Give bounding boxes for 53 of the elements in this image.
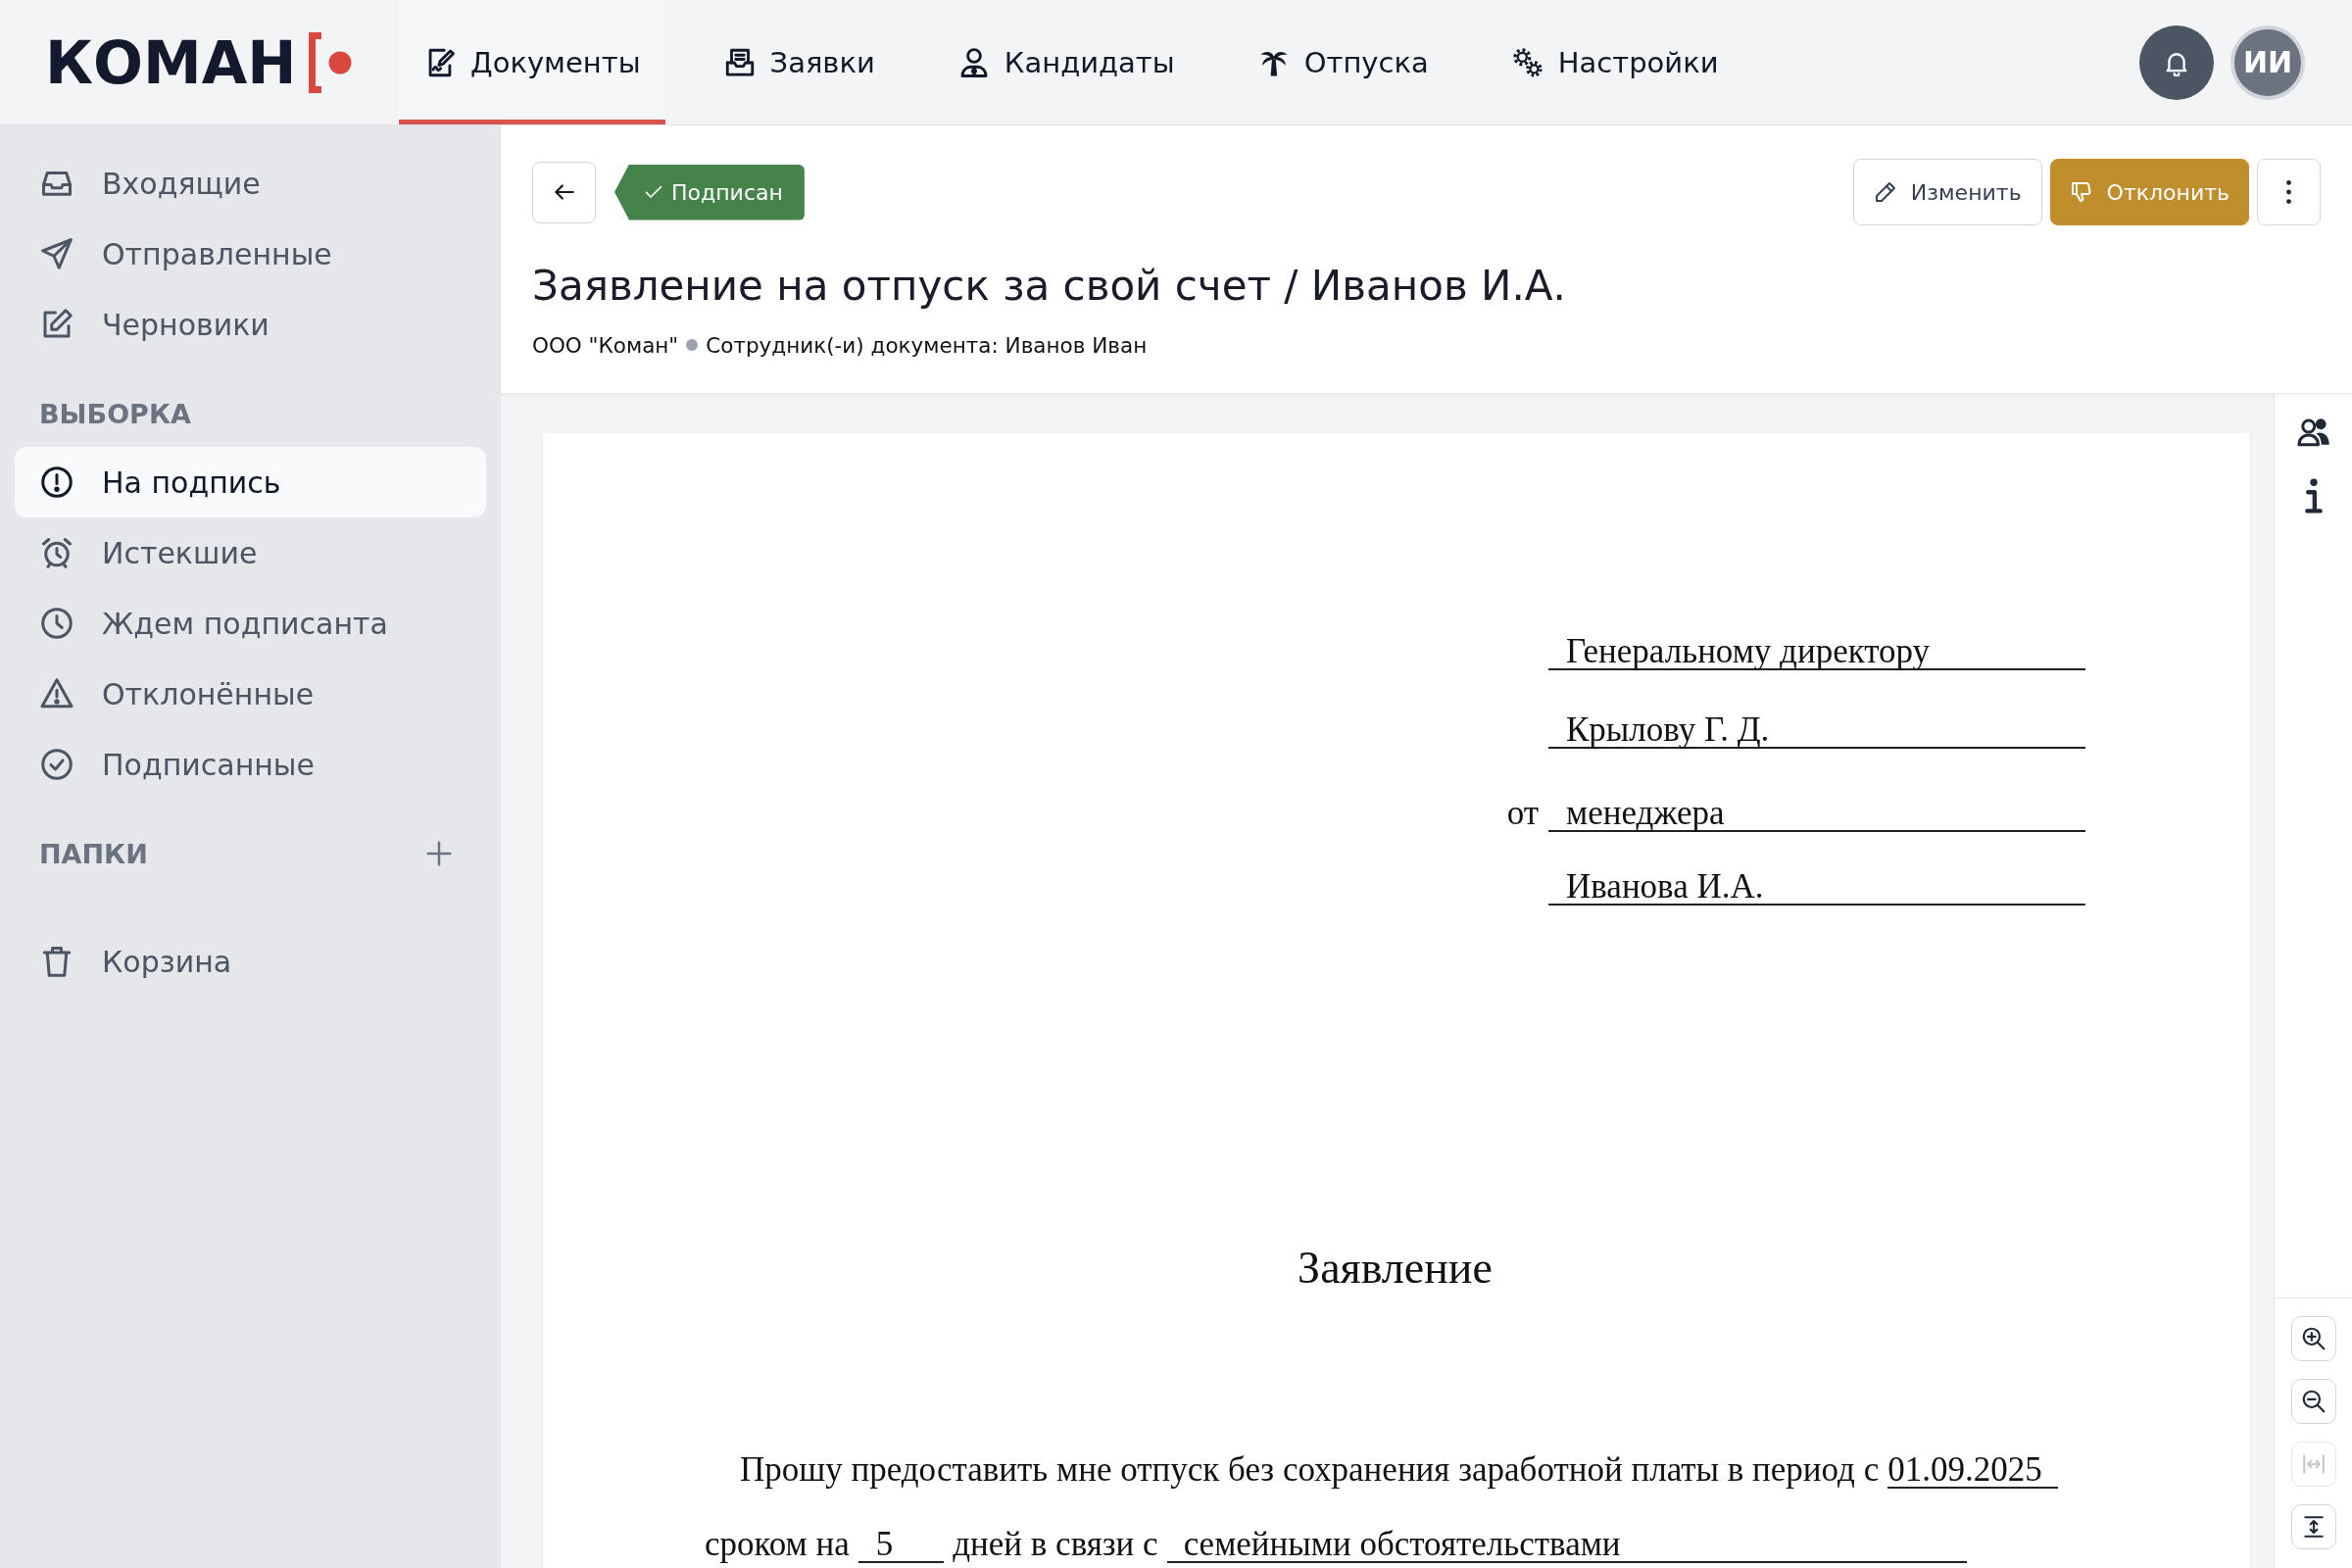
document-employees: Сотрудник(-и) документа: Иванов Иван xyxy=(706,332,1148,358)
exclamation-circle-icon xyxy=(39,465,74,500)
fill-in-line: менеджера xyxy=(1548,796,2085,832)
section-heading: ПАПКИ xyxy=(39,838,148,869)
nav-tab[interactable]: Заявки xyxy=(698,0,900,124)
plus-icon[interactable] xyxy=(424,839,454,868)
fill-in-line: 5 xyxy=(858,1527,945,1563)
doc-text: Прошу предоставить мне отпуск без сохранения заработной платы в период с xyxy=(740,1449,1880,1491)
sidebar-item[interactable]: На подпись xyxy=(15,447,486,517)
thumbs-down-icon xyxy=(2069,180,2093,204)
sidebar-item[interactable]: Истекшие xyxy=(15,517,486,588)
user-avatar[interactable]: ИИ xyxy=(2230,24,2305,100)
separator-dot-icon xyxy=(686,339,699,351)
check-circle-icon xyxy=(39,747,74,782)
more-icon xyxy=(2286,180,2291,204)
fill-in-line: семейными обстоятельствами xyxy=(1166,1527,1967,1563)
document-heading: Заявление xyxy=(1297,1242,1494,1295)
doc-text: от xyxy=(1506,793,1539,834)
document-title: Заявление на отпуск за свой счет / Иванов И.А. xyxy=(532,261,1567,312)
nav-tab[interactable]: Отпуска xyxy=(1232,0,1453,124)
fill-in-line: Крылову Г. Д. xyxy=(1548,712,2085,749)
section-heading: ВЫБОРКА xyxy=(39,398,191,429)
status-tag: Подписан xyxy=(614,164,805,220)
sidebar-item[interactable]: Ждем подписанта xyxy=(15,588,486,659)
gears-icon xyxy=(1510,45,1544,79)
sidebar-item[interactable]: Входящие xyxy=(15,148,486,219)
zoom-out-icon xyxy=(2300,1389,2327,1414)
nav-tab[interactable]: Кандидаты xyxy=(932,0,1200,124)
sidebar-item[interactable]: Отклонённые xyxy=(15,659,486,729)
zoom-in-icon xyxy=(2300,1326,2327,1351)
fit-height-button[interactable] xyxy=(2290,1504,2336,1549)
doc-text: сроком на xyxy=(705,1524,850,1565)
organization-name: ООО "Коман" xyxy=(532,332,679,358)
alarm-clock-icon xyxy=(39,535,74,570)
clock-icon xyxy=(39,606,74,641)
fill-in-line: 01.09.2025 xyxy=(1887,1452,2058,1489)
fill-in-line: Иванова И.А. xyxy=(1548,869,2085,906)
edit-button[interactable]: Изменить xyxy=(1852,159,2042,225)
pencil-icon xyxy=(1873,180,1897,204)
info-icon[interactable] xyxy=(2304,478,2323,514)
sidebar-item[interactable]: Корзина xyxy=(15,926,486,997)
nav-tab[interactable]: Настройки xyxy=(1486,0,1743,124)
fit-width-icon xyxy=(2300,1451,2327,1477)
paper-plane-icon xyxy=(39,236,74,271)
sidebar-item[interactable]: Черновики xyxy=(15,289,486,360)
sidebar-item[interactable]: Отправленные xyxy=(15,219,486,289)
zoom-in-button[interactable] xyxy=(2290,1316,2336,1361)
doc-text: дней в связи с xyxy=(953,1524,1158,1565)
sidebar-item[interactable]: Подписанные xyxy=(15,729,486,800)
logo: КОМАН xyxy=(45,32,297,92)
fill-in-line: Генеральному директору xyxy=(1548,634,2085,670)
logo-mark-icon xyxy=(306,31,354,93)
zoom-out-button[interactable] xyxy=(2290,1379,2336,1424)
